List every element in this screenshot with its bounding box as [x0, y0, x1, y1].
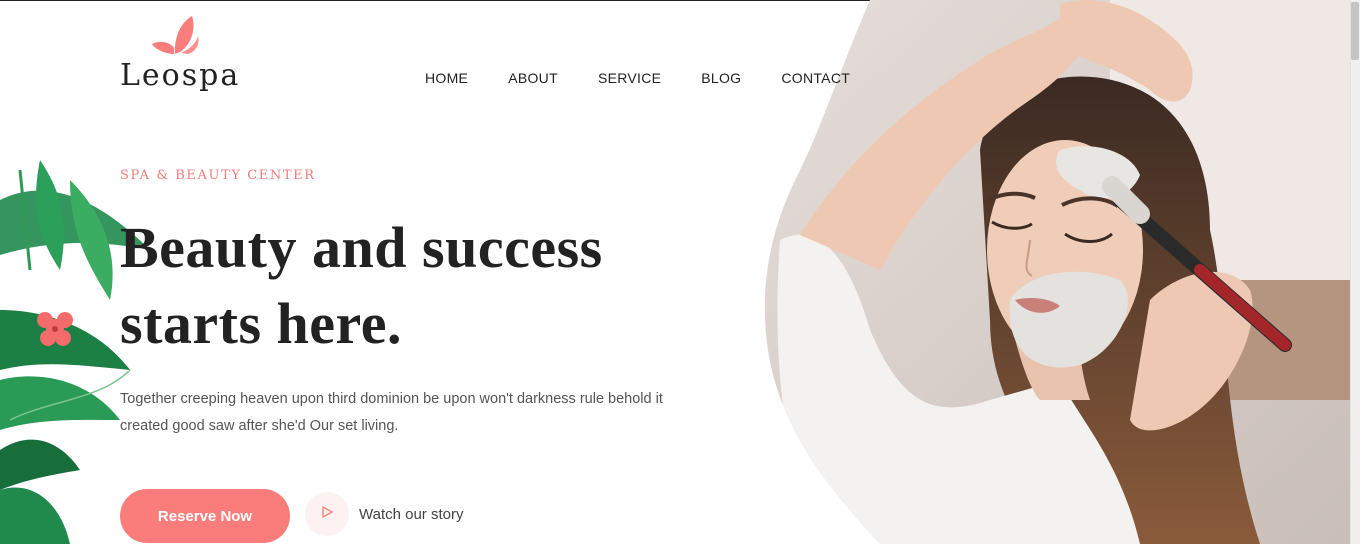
headline-line-2: starts here. — [120, 291, 402, 356]
logo[interactable]: Leospa — [120, 14, 240, 96]
nav-home[interactable]: HOME — [425, 70, 468, 86]
nav-service[interactable]: SERVICE — [598, 70, 661, 86]
hero-eyebrow: SPA & BEAUTY CENTER — [120, 168, 316, 183]
play-video-button[interactable] — [305, 492, 349, 536]
play-icon — [321, 505, 334, 523]
nav-contact[interactable]: CONTACT — [781, 70, 850, 86]
scrollbar[interactable] — [1350, 0, 1360, 544]
reserve-now-button[interactable]: Reserve Now — [120, 489, 290, 543]
headline-line-1: Beauty and success — [120, 215, 603, 280]
watch-story-link[interactable]: Watch our story — [359, 506, 463, 523]
hero-description: Together creeping heaven upon third domi… — [120, 391, 663, 434]
nav-about[interactable]: ABOUT — [508, 70, 558, 86]
hero-headline: Beauty and success starts here. — [120, 210, 740, 362]
main-nav: HOME ABOUT SERVICE BLOG CONTACT — [425, 70, 890, 86]
scrollbar-thumb[interactable] — [1351, 2, 1359, 60]
butterfly-icon — [148, 14, 202, 58]
nav-blog[interactable]: BLOG — [701, 70, 741, 86]
brand-name: Leospa — [120, 58, 241, 93]
